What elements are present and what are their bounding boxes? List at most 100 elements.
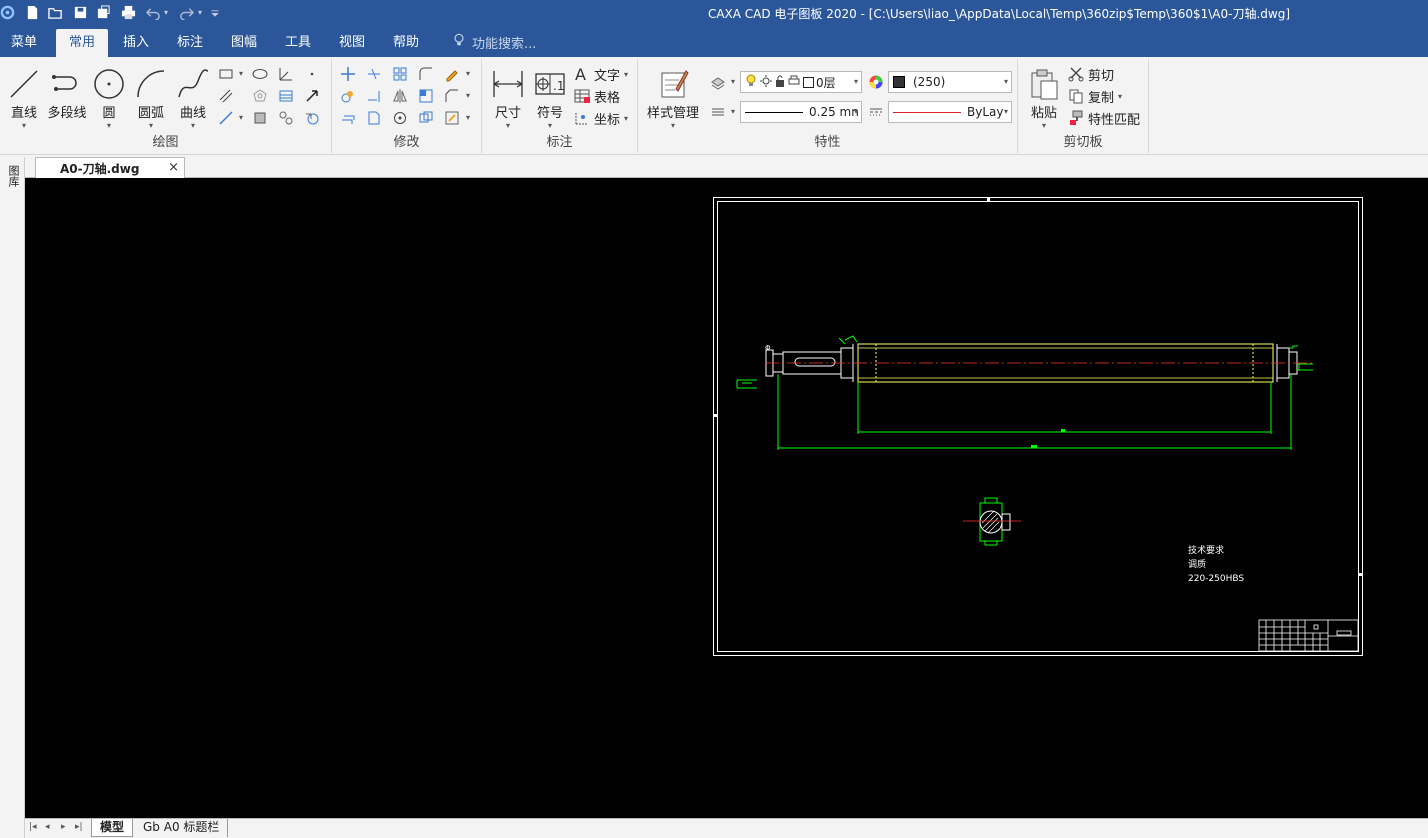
line-width-value: 0.25 mn bbox=[809, 105, 859, 119]
tab-tools[interactable]: 工具 bbox=[274, 26, 322, 57]
line-button[interactable]: 直线 ▾ bbox=[6, 63, 42, 131]
polygon-icon[interactable] bbox=[250, 87, 270, 105]
color-select[interactable]: (250) ▾ bbox=[888, 71, 1012, 93]
table-button[interactable]: 表格 bbox=[574, 86, 620, 106]
tab-insert[interactable]: 插入 bbox=[112, 26, 160, 57]
tab-annotate[interactable]: 标注 bbox=[166, 26, 214, 57]
revision-cloud-icon[interactable] bbox=[302, 109, 322, 127]
tab-menu[interactable]: 菜单 bbox=[0, 26, 48, 57]
dimension-icon bbox=[490, 63, 526, 101]
color-wheel-icon[interactable] bbox=[866, 73, 886, 91]
array-icon[interactable] bbox=[390, 65, 410, 83]
layer-color-swatch bbox=[803, 76, 814, 88]
tab-help[interactable]: 帮助 bbox=[382, 26, 430, 57]
extend-icon[interactable] bbox=[364, 87, 384, 105]
first-tab-icon[interactable]: |◂ bbox=[29, 822, 37, 832]
line-weight-icon[interactable] bbox=[708, 103, 728, 121]
clipboard-group-label: 剪切板 bbox=[1063, 135, 1103, 150]
edit-icon[interactable] bbox=[442, 65, 462, 83]
match-properties-button[interactable]: 特性匹配 bbox=[1068, 108, 1140, 128]
polyline-label: 多段线 bbox=[47, 106, 87, 121]
drawing-canvas[interactable]: Φ 技术要求 调质 220-250HBS bbox=[25, 178, 1428, 818]
window-title: CAXA CAD 电子图板 2020 - [C:\Users\liao_\App… bbox=[707, 7, 1290, 21]
mirror-icon[interactable] bbox=[390, 87, 410, 105]
match-properties-icon bbox=[1070, 110, 1083, 125]
text-button[interactable]: A 文字 ▾ bbox=[574, 64, 628, 84]
hatch-icon[interactable] bbox=[276, 87, 296, 105]
rotate-icon[interactable] bbox=[390, 109, 410, 127]
polyline-button[interactable]: 多段线 bbox=[44, 63, 90, 121]
layer-manager-icon[interactable] bbox=[708, 73, 728, 91]
lightbulb-on-icon bbox=[745, 74, 757, 91]
arc-icon bbox=[132, 63, 170, 101]
symbol-button[interactable]: .1 符号 ▾ bbox=[532, 63, 568, 131]
layout-tab-bar: |◂ ◂ ▸ ▸| 模型 Gb A0 标题栏 bbox=[25, 818, 1428, 838]
dimension-button[interactable]: 尺寸 ▾ bbox=[490, 63, 526, 131]
scale-icon[interactable] bbox=[416, 87, 436, 105]
spline-icon bbox=[174, 63, 212, 101]
tab-common[interactable]: 常用 bbox=[56, 29, 108, 57]
tech-requirements-line2: 220-250HBS bbox=[1188, 574, 1244, 584]
line-width-select[interactable]: 0.25 mn ▾ bbox=[740, 101, 862, 123]
document-tab[interactable]: A0-刀轴.dwg × bbox=[35, 157, 185, 178]
curve-label: 曲线 bbox=[179, 106, 206, 121]
next-tab-icon[interactable]: ▸ bbox=[61, 822, 66, 832]
prev-tab-icon[interactable]: ◂ bbox=[45, 822, 50, 832]
chamfer-icon[interactable] bbox=[442, 87, 462, 105]
style-manager-button[interactable]: 样式管理 ▾ bbox=[644, 63, 702, 131]
layer-select[interactable]: 0层 ▾ bbox=[740, 71, 862, 93]
region-icon[interactable] bbox=[250, 109, 270, 127]
curve-button[interactable]: 曲线 ▾ bbox=[174, 63, 212, 131]
paste-button[interactable]: 粘贴 ▾ bbox=[1026, 63, 1062, 131]
paste-label: 粘贴 bbox=[1030, 106, 1057, 121]
tab-view[interactable]: 视图 bbox=[328, 26, 376, 57]
circle-icon bbox=[92, 63, 126, 101]
point-icon[interactable] bbox=[302, 65, 322, 83]
copy-object-icon[interactable] bbox=[338, 87, 358, 105]
last-tab-icon[interactable]: ▸| bbox=[75, 822, 83, 832]
circle-button[interactable]: 圆 ▾ bbox=[92, 63, 126, 131]
line-type-icon[interactable] bbox=[866, 103, 886, 121]
block-icon[interactable] bbox=[276, 109, 296, 127]
draw-group-label: 绘图 bbox=[152, 135, 179, 150]
stretch-icon[interactable] bbox=[364, 109, 384, 127]
text-a-icon: A bbox=[575, 66, 586, 82]
feature-search[interactable]: 功能搜索... bbox=[452, 32, 536, 52]
lock-icon bbox=[775, 75, 785, 90]
line-icon bbox=[6, 63, 42, 101]
library-sidebar[interactable]: 图库 bbox=[0, 157, 25, 838]
explode-icon[interactable] bbox=[416, 109, 436, 127]
line-label: 直线 bbox=[10, 106, 37, 121]
modify-group-label: 修改 bbox=[393, 135, 420, 150]
document-tab-label: A0-刀轴.dwg bbox=[60, 161, 140, 176]
paste-icon bbox=[1026, 63, 1062, 101]
arc-button[interactable]: 圆弧 ▾ bbox=[132, 63, 170, 131]
close-icon[interactable]: × bbox=[168, 160, 179, 175]
symbol-label: 符号 bbox=[536, 106, 563, 121]
fillet-icon[interactable] bbox=[416, 65, 436, 83]
arrow-icon[interactable] bbox=[302, 87, 322, 105]
cut-button[interactable]: 剪切 bbox=[1068, 64, 1114, 84]
rectangle-icon[interactable] bbox=[216, 65, 236, 83]
tab-sheet[interactable]: 图幅 bbox=[220, 26, 268, 57]
angle-line-icon[interactable] bbox=[276, 65, 296, 83]
line-type-select[interactable]: ByLay ▾ bbox=[888, 101, 1012, 123]
parallel-line-icon[interactable] bbox=[216, 87, 236, 105]
svg-text:.1: .1 bbox=[553, 79, 564, 93]
modify-group: ▾ ▾ ▾ 修改 bbox=[332, 59, 482, 153]
properties-group: 样式管理 ▾ ▾ 0层 ▾ (250) ▾ ▾ 0.25 mn ▾ ByLay … bbox=[638, 59, 1018, 153]
sheet-inner-frame bbox=[717, 201, 1359, 652]
centerline-icon[interactable] bbox=[216, 109, 236, 127]
coordinate-button[interactable]: 坐标 ▾ bbox=[574, 108, 628, 128]
trim-icon[interactable] bbox=[364, 65, 384, 83]
layout-tab-model[interactable]: 模型 bbox=[91, 819, 134, 837]
line-type-sample bbox=[893, 111, 961, 113]
format-painter-icon[interactable] bbox=[442, 109, 462, 127]
ellipse-icon[interactable] bbox=[250, 65, 270, 83]
coordinate-label: 坐标 bbox=[594, 112, 621, 128]
copy-button[interactable]: 复制 ▾ bbox=[1068, 86, 1122, 106]
offset-icon[interactable] bbox=[338, 109, 358, 127]
properties-group-label: 特性 bbox=[814, 135, 841, 150]
layout-tab-a0-titleblock[interactable]: Gb A0 标题栏 bbox=[135, 819, 229, 837]
move-icon[interactable] bbox=[338, 65, 358, 83]
